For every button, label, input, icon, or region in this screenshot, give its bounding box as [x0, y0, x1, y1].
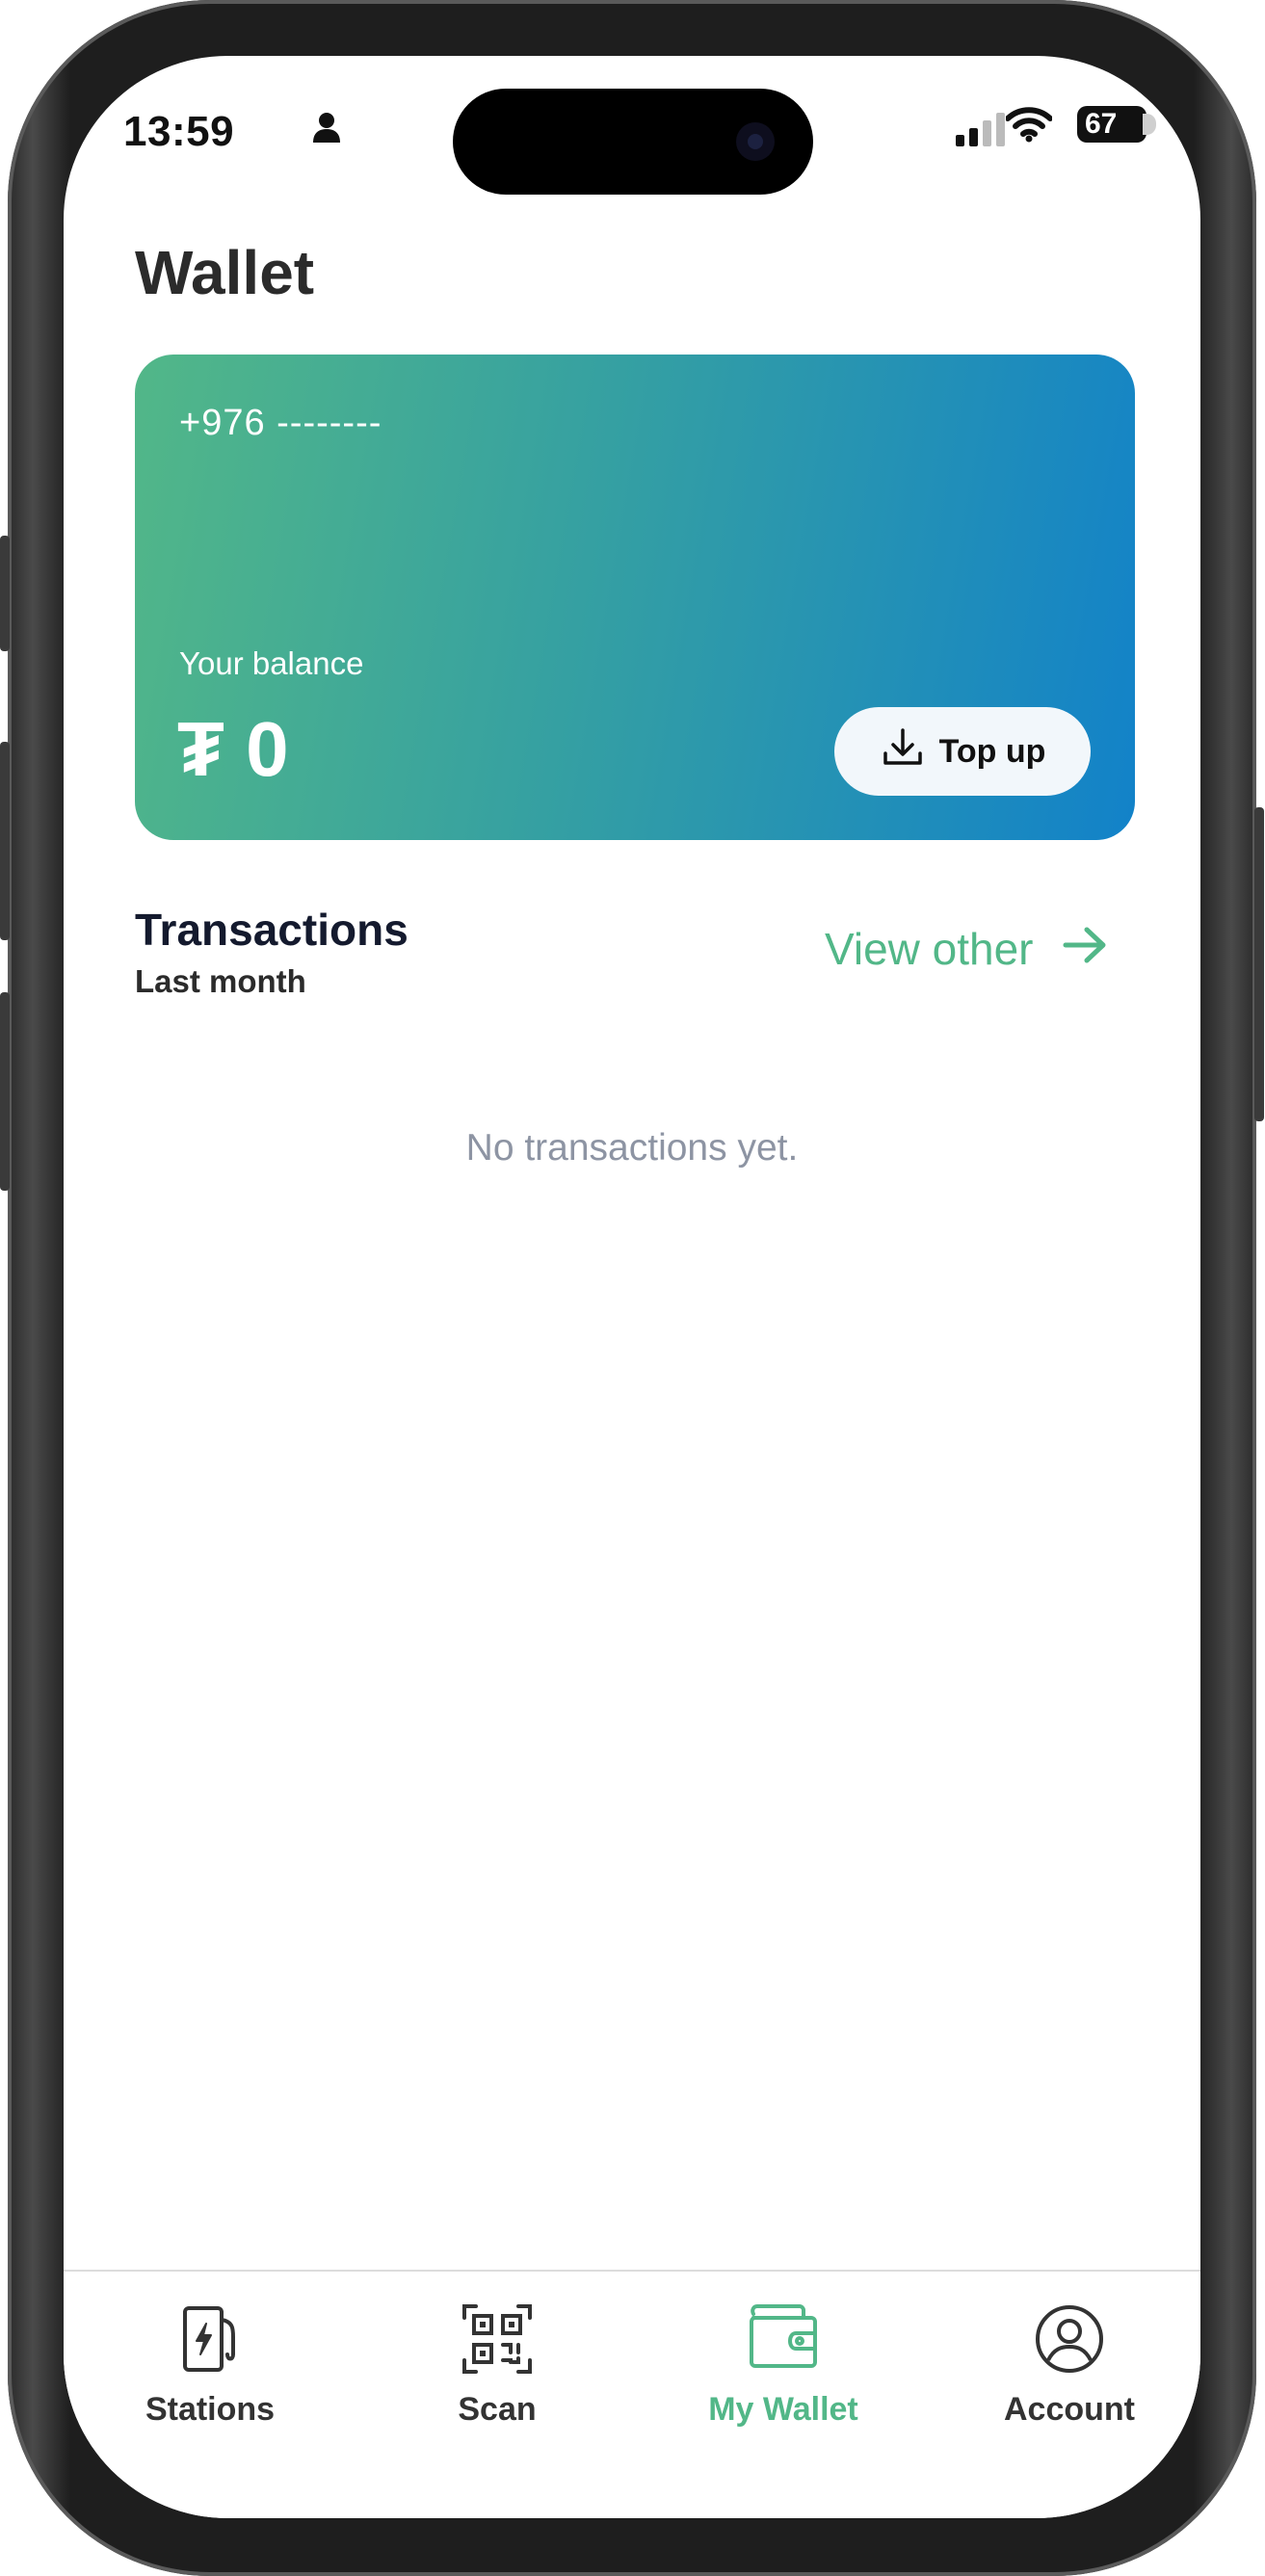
- tab-account-label: Account: [1004, 2391, 1135, 2428]
- tab-scan[interactable]: Scan: [382, 2272, 613, 2445]
- action-button: [0, 536, 10, 651]
- view-other-label: View other: [825, 924, 1034, 974]
- tab-bar: Stations Scan My Wallet Account: [64, 2270, 1200, 2518]
- balance-value: ₮ 0: [177, 706, 289, 792]
- download-icon: [880, 724, 926, 779]
- dynamic-island: [453, 89, 813, 195]
- app-screen: 13:59 67 Wallet +976 -------- Your balan…: [64, 56, 1200, 2518]
- tab-scan-label: Scan: [458, 2391, 537, 2428]
- charging-station-icon: [179, 2304, 241, 2379]
- tab-stations-label: Stations: [145, 2391, 276, 2428]
- top-up-button[interactable]: Top up: [834, 707, 1091, 796]
- view-other-link[interactable]: View other: [825, 923, 1107, 975]
- tab-my-wallet[interactable]: My Wallet: [668, 2272, 899, 2445]
- volume-up-button: [0, 742, 10, 940]
- tab-account[interactable]: Account: [954, 2272, 1185, 2445]
- page-title: Wallet: [135, 238, 315, 307]
- battery-level: 67: [1085, 108, 1118, 140]
- phone-number: +976 --------: [179, 403, 382, 443]
- tab-stations[interactable]: Stations: [94, 2272, 326, 2445]
- arrow-right-icon: [1063, 923, 1107, 975]
- balance-label: Your balance: [179, 645, 364, 681]
- wifi-icon: [1005, 106, 1053, 147]
- tab-my-wallet-label: My Wallet: [708, 2391, 858, 2428]
- transactions-title: Transactions: [135, 905, 408, 955]
- empty-transactions-message: No transactions yet.: [465, 1127, 799, 1169]
- top-up-label: Top up: [938, 732, 1046, 770]
- battery-indicator: 67: [1077, 106, 1156, 143]
- power-button: [1254, 807, 1264, 1121]
- person-icon: [312, 112, 341, 147]
- account-icon: [1035, 2304, 1104, 2379]
- volume-down-button: [0, 992, 10, 1191]
- cellular-signal-icon: [956, 112, 1006, 151]
- qr-code-icon: [462, 2304, 532, 2379]
- transactions-period: Last month: [135, 963, 306, 999]
- camera-icon: [736, 122, 775, 161]
- wallet-card: +976 -------- Your balance ₮ 0 Top up: [135, 355, 1135, 840]
- wallet-icon: [748, 2304, 819, 2375]
- status-time: 13:59: [123, 108, 235, 155]
